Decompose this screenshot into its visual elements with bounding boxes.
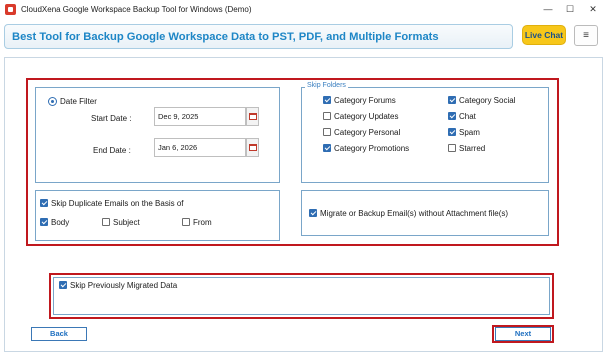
app-logo-icon bbox=[5, 4, 16, 15]
close-button[interactable]: ✕ bbox=[586, 3, 600, 16]
end-date-input[interactable]: Jan 6, 2026 bbox=[154, 138, 246, 157]
skip-migrated-label: Skip Previously Migrated Data bbox=[70, 281, 178, 290]
skip-migrated-group: Skip Previously Migrated Data bbox=[53, 277, 550, 315]
chat-checkbox[interactable] bbox=[448, 112, 456, 120]
start-date-calendar-icon[interactable] bbox=[246, 107, 259, 126]
subject-label: Subject bbox=[113, 218, 140, 227]
skip-folders-group: Skip Folders Category Forums Category So… bbox=[301, 82, 549, 183]
banner-text: Best Tool for Backup Google Workspace Da… bbox=[12, 31, 439, 43]
category-promotions-checkbox[interactable] bbox=[323, 144, 331, 152]
category-updates-checkbox[interactable] bbox=[323, 112, 331, 120]
chat-label: Chat bbox=[459, 112, 476, 121]
skip-duplicates-checkbox[interactable] bbox=[40, 199, 48, 207]
skip-duplicates-group: Skip Duplicate Emails on the Basis of Bo… bbox=[35, 190, 280, 241]
category-social-label: Category Social bbox=[459, 96, 516, 105]
live-chat-button[interactable]: Live Chat bbox=[522, 25, 566, 45]
main-panel: Date Filter Start Date : Dec 9, 2025 End… bbox=[4, 57, 603, 352]
from-label: From bbox=[193, 218, 212, 227]
attachments-group: Migrate or Backup Email(s) without Attac… bbox=[301, 190, 549, 236]
header: Best Tool for Backup Google Workspace Da… bbox=[0, 20, 607, 53]
banner: Best Tool for Backup Google Workspace Da… bbox=[4, 24, 513, 49]
start-date-input[interactable]: Dec 9, 2025 bbox=[154, 107, 246, 126]
maximize-button[interactable]: ☐ bbox=[563, 3, 577, 16]
window-title: CloudXena Google Workspace Backup Tool f… bbox=[21, 5, 252, 14]
skip-migrated-checkbox[interactable] bbox=[59, 281, 67, 289]
body-checkbox[interactable] bbox=[40, 218, 48, 226]
title-bar: CloudXena Google Workspace Backup Tool f… bbox=[0, 0, 607, 20]
back-button[interactable]: Back bbox=[31, 327, 87, 341]
category-forums-label: Category Forums bbox=[334, 96, 396, 105]
spam-label: Spam bbox=[459, 128, 480, 137]
from-checkbox[interactable] bbox=[182, 218, 190, 226]
skip-duplicates-label: Skip Duplicate Emails on the Basis of bbox=[51, 199, 184, 208]
category-personal-checkbox[interactable] bbox=[323, 128, 331, 136]
category-promotions-label: Category Promotions bbox=[334, 144, 410, 153]
without-attachments-checkbox[interactable] bbox=[309, 209, 317, 217]
spam-checkbox[interactable] bbox=[448, 128, 456, 136]
starred-checkbox[interactable] bbox=[448, 144, 456, 152]
date-filter-label: Date Filter bbox=[60, 97, 97, 106]
subject-checkbox[interactable] bbox=[102, 218, 110, 226]
menu-icon[interactable]: ≡ bbox=[574, 25, 598, 46]
body-label: Body bbox=[51, 218, 70, 227]
minimize-button[interactable]: — bbox=[541, 3, 555, 16]
end-date-label: End Date : bbox=[93, 146, 131, 155]
end-date-calendar-icon[interactable] bbox=[246, 138, 259, 157]
without-attachments-label: Migrate or Backup Email(s) without Attac… bbox=[320, 209, 509, 218]
category-personal-label: Category Personal bbox=[334, 128, 401, 137]
starred-label: Starred bbox=[459, 144, 486, 153]
category-updates-label: Category Updates bbox=[334, 112, 399, 121]
category-social-checkbox[interactable] bbox=[448, 96, 456, 104]
category-forums-checkbox[interactable] bbox=[323, 96, 331, 104]
skip-folders-legend: Skip Folders bbox=[305, 82, 348, 89]
next-button[interactable]: Next bbox=[495, 327, 551, 341]
date-filter-group: Date Filter Start Date : Dec 9, 2025 End… bbox=[35, 87, 280, 183]
start-date-label: Start Date : bbox=[91, 114, 132, 123]
date-filter-radio[interactable] bbox=[48, 97, 57, 106]
